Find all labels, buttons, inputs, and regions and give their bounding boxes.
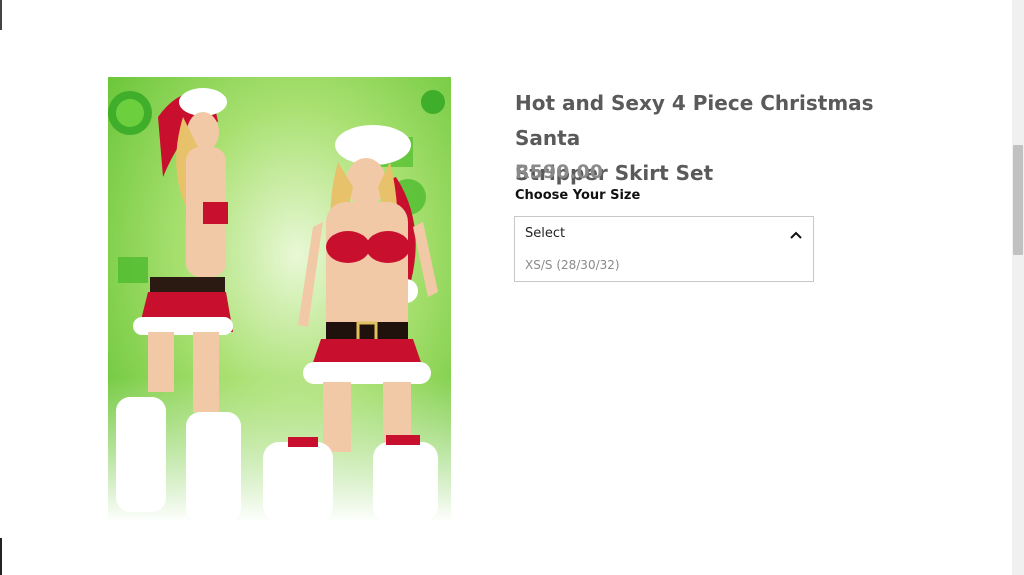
product-image[interactable] bbox=[108, 77, 451, 522]
header-area bbox=[0, 0, 1024, 72]
product-image-graphic bbox=[108, 77, 451, 522]
scrollbar-thumb[interactable] bbox=[1013, 145, 1023, 255]
product-title-line-1: Hot and Sexy 4 Piece Christmas Santa bbox=[515, 91, 874, 150]
size-dropdown[interactable]: Select XS/S (28/30/32) bbox=[514, 216, 814, 282]
chevron-up-icon[interactable] bbox=[789, 229, 803, 241]
size-option[interactable]: XS/S (28/30/32) bbox=[525, 258, 620, 272]
window-edge bbox=[0, 0, 2, 30]
size-label: Choose Your Size bbox=[515, 188, 641, 203]
page-scrollbar[interactable] bbox=[1012, 0, 1024, 575]
size-dropdown-selected[interactable]: Select bbox=[525, 226, 565, 241]
product-price: R590.00 bbox=[515, 161, 603, 183]
window-edge-bottom bbox=[0, 538, 2, 575]
